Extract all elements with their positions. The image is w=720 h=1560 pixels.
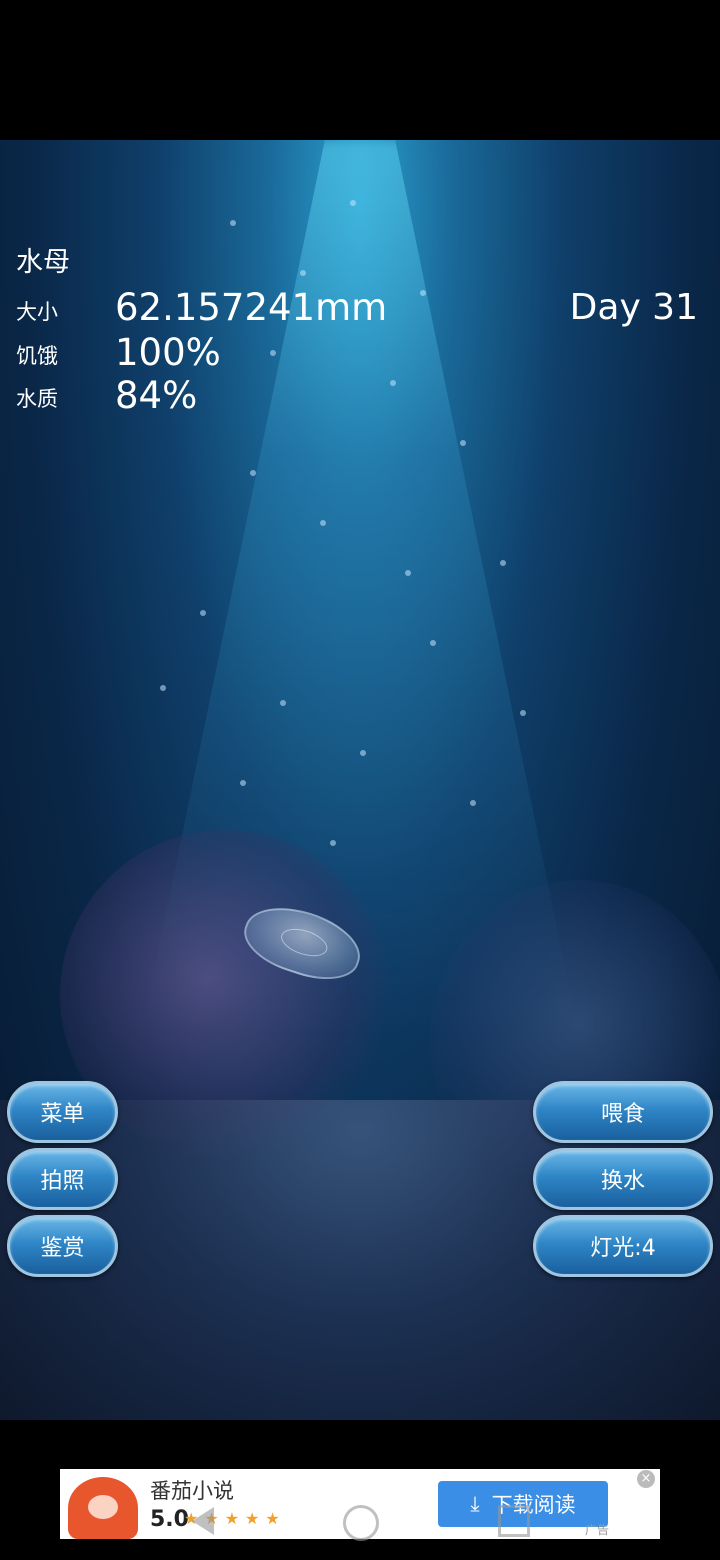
menu-button[interactable]: 菜单 [7, 1081, 118, 1143]
home-icon[interactable] [343, 1505, 379, 1541]
recent-apps-icon[interactable] [498, 1505, 530, 1537]
feed-button[interactable]: 喂食 [533, 1081, 713, 1143]
water-quality-label: 水质 [16, 387, 58, 411]
top-status-area [0, 0, 720, 140]
ad-app-name: 番茄小说 [150, 1479, 234, 1503]
light-button[interactable]: 灯光:4 [533, 1215, 713, 1277]
photo-button[interactable]: 拍照 [7, 1148, 118, 1210]
change-water-button[interactable]: 换水 [533, 1148, 713, 1210]
back-icon[interactable] [192, 1507, 214, 1535]
size-value: 62.157241mm [115, 286, 388, 329]
appreciate-button[interactable]: 鉴赏 [7, 1215, 118, 1277]
hunger-value: 100% [115, 331, 221, 374]
app-logo-icon [68, 1477, 138, 1539]
day-counter: Day 31 [569, 287, 698, 328]
download-arrow-icon: ⤓ [470, 1491, 480, 1516]
close-icon[interactable]: × [637, 1470, 655, 1488]
pet-name: 水母 [16, 247, 70, 278]
ad-tag: 广告 [585, 1523, 610, 1537]
water-quality-value: 84% [115, 374, 198, 417]
size-label: 大小 [16, 300, 58, 324]
hunger-label: 饥饿 [16, 344, 58, 368]
